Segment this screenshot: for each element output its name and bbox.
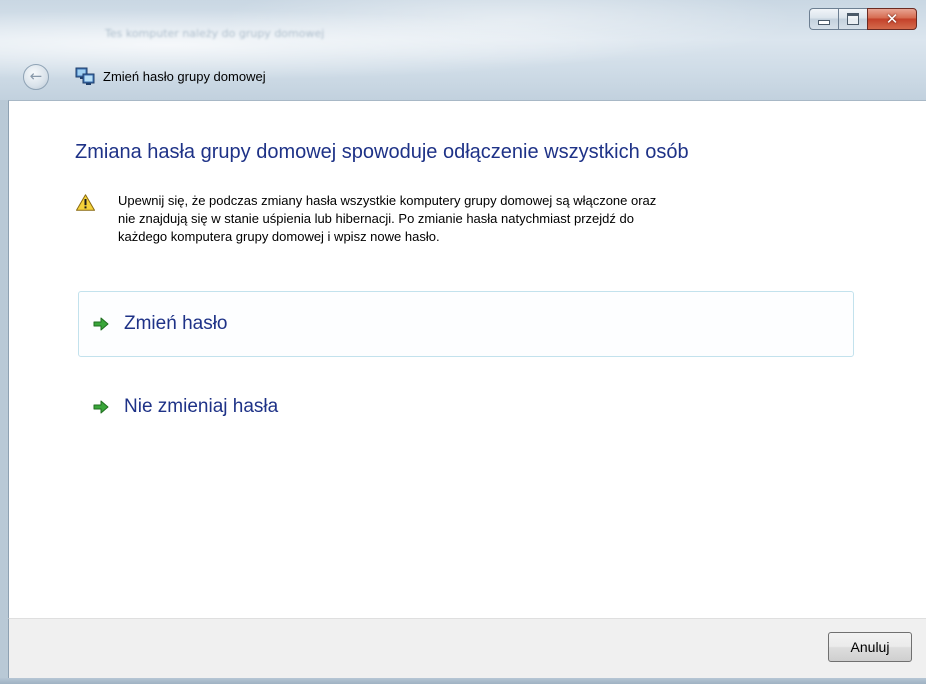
window-controls: ✕ [809,8,917,30]
minimize-icon [818,20,830,25]
window-title: Zmień hasło grupy domowej [103,69,266,84]
page-heading: Zmiana hasła grupy domowej spowoduje odł… [75,141,689,163]
warning-line: Upewnij się, że podczas zmiany hasła wsz… [118,193,657,208]
option-label: Nie zmieniaj hasła [124,396,279,417]
change-password-option[interactable]: Zmień hasło [78,291,854,357]
title-bar[interactable]: Tes komputer należy do grupy domowej ✕ ←… [0,0,926,100]
back-arrow-icon: ← [29,67,43,85]
minimize-button[interactable] [809,8,838,30]
homegroup-window: Tes komputer należy do grupy domowej ✕ ←… [0,0,926,684]
close-button[interactable]: ✕ [867,8,917,30]
close-icon: ✕ [885,9,899,28]
warning-line: każdego komputera grupy domowej i wpisz … [118,229,440,244]
warning-message: Upewnij się, że podczas zmiany hasła wsz… [118,192,858,246]
warning-line: nie znajdują się w stanie uśpienia lub h… [118,211,634,226]
keep-password-option[interactable]: Nie zmieniaj hasła [78,374,854,440]
back-button[interactable]: ← [23,64,49,90]
content-area: Zmiana hasła grupy domowej spowoduje odł… [8,100,926,618]
option-label: Zmień hasło [124,313,228,334]
green-arrow-icon [93,317,109,331]
homegroup-icon [75,67,95,85]
maximize-icon [847,13,859,25]
window-caption: Tes komputer należy do grupy domowej [105,27,325,40]
cancel-button[interactable]: Anuluj [828,632,912,662]
window-frame-bottom [0,678,926,684]
maximize-button[interactable] [838,8,867,30]
green-arrow-icon [93,400,109,414]
footer-bar: Anuluj [8,618,926,684]
warning-icon [76,194,95,211]
